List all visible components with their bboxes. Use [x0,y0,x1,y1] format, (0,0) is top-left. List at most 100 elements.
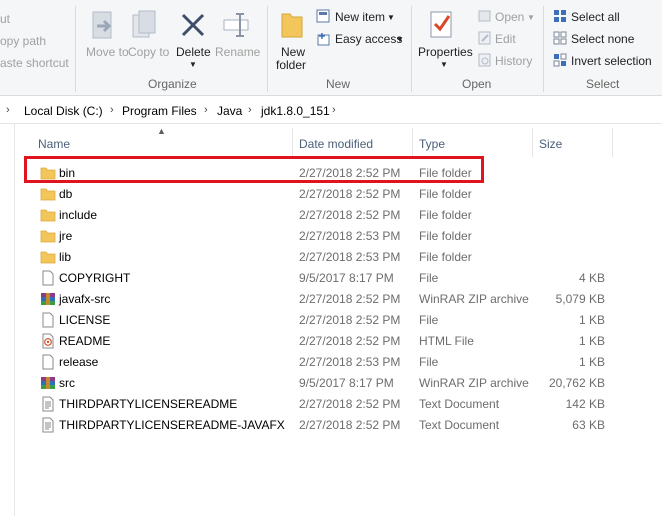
file-type: Text Document [419,397,500,411]
file-name: javafx-src [59,292,111,306]
copy-to-icon [132,10,156,38]
folder-icon [40,230,56,243]
file-row[interactable]: release 2/27/2018 2:53 PM File 1 KB [28,351,608,372]
column-divider[interactable] [612,128,613,157]
column-header-name[interactable]: Name [38,137,70,151]
file-size: 63 KB [572,418,605,432]
file-date-modified: 2/27/2018 2:52 PM [299,208,401,222]
file-row[interactable]: include 2/27/2018 2:52 PM File folder [28,204,608,225]
properties-icon [430,11,452,38]
file-size: 1 KB [578,355,605,369]
breadcrumb-local-disk[interactable]: Local Disk (C:) [24,104,103,118]
copy-path-button[interactable]: opy path [0,34,46,48]
file-size: 20,762 KB [548,376,605,390]
column-divider[interactable] [412,128,413,157]
breadcrumb-jdk[interactable]: jdk1.8.0_151 [261,104,330,118]
column-header-date-modified[interactable]: Date modified [299,137,373,151]
file-date-modified: 2/27/2018 2:53 PM [299,355,401,369]
column-header-size[interactable]: Size [539,137,562,151]
chevron-right-icon: › [110,104,114,116]
file-name: include [59,208,98,222]
ribbon: ut opy path aste shortcut Move to Copy t… [0,0,662,96]
file-date-modified: 2/27/2018 2:52 PM [299,187,401,201]
chevron-down-icon: ▼ [396,35,404,44]
column-divider[interactable] [532,128,533,157]
new-item-icon [316,9,330,23]
file-type: File [419,313,439,327]
file-name: jre [59,229,73,243]
file-row[interactable]: COPYRIGHT 9/5/2017 8:17 PM File 4 KB [28,267,608,288]
navigation-pane[interactable] [0,124,15,516]
file-size: 5,079 KB [555,292,605,306]
file-size: 142 KB [565,397,605,411]
file-type: File folder [419,250,472,264]
organize-group-label: Organize [148,77,197,91]
file-date-modified: 2/27/2018 2:53 PM [299,229,401,243]
file-row[interactable]: THIRDPARTYLICENSEREADME 2/27/2018 2:52 PM… [28,393,608,414]
file-size: 4 KB [578,271,605,285]
file-type: File folder [419,229,472,243]
file-row[interactable]: LICENSE 2/27/2018 2:52 PM File 1 KB [28,309,608,330]
file-name: release [59,355,99,369]
file-row[interactable]: db 2/27/2018 2:52 PM File folder [28,183,608,204]
file-type: File [419,271,439,285]
chevron-down-icon: ▼ [527,13,535,22]
paste-shortcut-button[interactable]: aste shortcut [0,56,69,70]
address-bar[interactable]: › Local Disk (C:) › Program Files › Java… [0,99,662,124]
file-type: File folder [419,187,472,201]
file-type: Text Document [419,418,500,432]
chevron-right-icon: › [332,104,336,116]
file-date-modified: 2/27/2018 2:52 PM [299,418,401,432]
select-all-icon [554,10,566,22]
chevron-right-icon: › [6,104,10,116]
file-row[interactable]: lib 2/27/2018 2:53 PM File folder [28,246,608,267]
file-row[interactable]: jre 2/27/2018 2:53 PM File folder [28,225,608,246]
chevron-down-icon: ▼ [387,13,395,22]
file-row[interactable]: THIRDPARTYLICENSEREADME-JAVAFX 2/27/2018 … [28,414,608,435]
cut-button[interactable]: ut [0,12,10,26]
text-document-icon [42,417,54,433]
winrar-icon [41,377,55,389]
folder-icon [40,251,56,264]
folder-icon [40,188,56,201]
file-row[interactable]: javafx-src 2/27/2018 2:52 PM WinRAR ZIP ar… [28,288,608,309]
easy-access-icon [317,33,330,46]
file-date-modified: 2/27/2018 2:53 PM [299,250,401,264]
file-row[interactable]: README 2/27/2018 2:52 PM HTML File 1 KB [28,330,608,351]
history-icon [478,53,491,67]
html-file-icon [42,333,54,349]
separator [543,6,544,92]
file-size: 1 KB [578,334,605,348]
file-name: LICENSE [59,313,111,327]
breadcrumb-program-files[interactable]: Program Files [122,104,197,118]
file-icon [42,270,54,286]
invert-selection-icon [553,53,567,67]
column-divider[interactable] [292,128,293,157]
breadcrumb-java[interactable]: Java [217,104,242,118]
new-group-label: New [326,77,351,91]
file-type: WinRAR ZIP archive [419,376,529,390]
separator [411,6,412,92]
select-none-icon [553,31,567,45]
file-icon [42,312,54,328]
delete-icon [181,13,205,37]
file-name: src [59,376,75,390]
column-header-type[interactable]: Type [419,137,445,151]
winrar-icon [41,293,55,305]
file-name: THIRDPARTYLICENSEREADME-JAVAFX [59,418,285,432]
file-date-modified: 2/27/2018 2:52 PM [299,334,401,348]
separator [267,6,268,92]
file-date-modified: 9/5/2017 8:17 PM [299,271,394,285]
text-document-icon [42,396,54,412]
chevron-right-icon: › [248,104,252,116]
file-row[interactable]: src 9/5/2017 8:17 PM WinRAR ZIP archive 20,… [28,372,608,393]
file-name: lib [59,250,72,264]
select-group-label: Select [586,77,620,91]
chevron-down-icon: ▼ [440,60,448,69]
file-type: File folder [419,208,472,222]
chevron-down-icon: ▼ [189,60,197,69]
file-size: 1 KB [578,313,605,327]
file-icon [42,354,54,370]
file-name: COPYRIGHT [59,271,131,285]
file-type: HTML File [419,334,474,348]
